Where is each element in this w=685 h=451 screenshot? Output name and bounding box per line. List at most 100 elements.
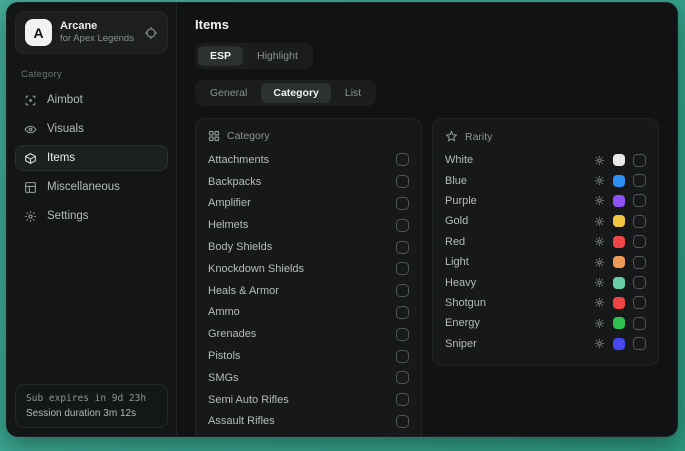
gear-icon[interactable] [594, 318, 605, 329]
category-checkbox[interactable] [396, 153, 409, 166]
color-swatch[interactable] [613, 338, 625, 350]
rarity-row: Blue [445, 170, 646, 190]
app-window: A Arcane for Apex Legends Category Aimbo… [6, 2, 678, 437]
rarity-panel: Rarity White Blue Purple Gold [432, 118, 659, 366]
rarity-label: Purple [445, 195, 477, 207]
tab-category[interactable]: Category [261, 83, 331, 103]
rarity-checkbox[interactable] [633, 154, 646, 167]
tab-esp[interactable]: ESP [198, 46, 243, 66]
color-swatch[interactable] [613, 317, 625, 329]
sidebar-item-label: Settings [47, 210, 89, 222]
rarity-label: Light [445, 256, 469, 268]
category-row: Attachments [208, 149, 409, 171]
gear-icon[interactable] [594, 297, 605, 308]
rarity-row: Gold [445, 211, 646, 231]
category-label: Semi Auto Rifles [208, 394, 289, 406]
category-checkbox[interactable] [396, 219, 409, 232]
category-label: Amplifier [208, 197, 251, 209]
category-checkbox[interactable] [396, 241, 409, 254]
view-tabs: General Category List [195, 80, 376, 106]
category-checkbox[interactable] [396, 371, 409, 384]
rarity-checkbox[interactable] [633, 215, 646, 228]
sidebar-item-label: Visuals [47, 123, 84, 135]
box-icon [24, 152, 37, 165]
category-row: Backpacks [208, 171, 409, 193]
tab-highlight[interactable]: Highlight [245, 46, 310, 66]
rarity-checkbox[interactable] [633, 317, 646, 330]
gear-icon[interactable] [594, 195, 605, 206]
category-checkbox[interactable] [396, 197, 409, 210]
sidebar-item-settings[interactable]: Settings [15, 203, 168, 229]
category-label: Attachments [208, 154, 269, 166]
color-swatch[interactable] [613, 236, 625, 248]
crosshair-icon [24, 94, 37, 107]
gear-icon[interactable] [594, 155, 605, 166]
page-title: Items [195, 17, 659, 32]
brand-card: A Arcane for Apex Legends [15, 11, 168, 54]
rarity-label: Energy [445, 317, 480, 329]
rarity-row: Heavy [445, 272, 646, 292]
crosshair-icon[interactable] [144, 26, 158, 40]
rarity-checkbox[interactable] [633, 337, 646, 350]
brand-subtitle: for Apex Legends [60, 33, 136, 45]
gear-icon[interactable] [594, 277, 605, 288]
category-row: Ammo [208, 302, 409, 324]
sidebar-item-label: Miscellaneous [47, 181, 120, 193]
layout-icon [24, 181, 37, 194]
category-checkbox[interactable] [396, 284, 409, 297]
category-row: Heals & Armor [208, 280, 409, 302]
rarity-label: Sniper [445, 338, 477, 350]
rarity-checkbox[interactable] [633, 174, 646, 187]
gear-icon[interactable] [594, 236, 605, 247]
gear-icon[interactable] [594, 338, 605, 349]
session-duration-text: Session duration 3m 12s [26, 408, 157, 419]
sidebar: A Arcane for Apex Legends Category Aimbo… [7, 3, 177, 436]
category-label: Assault Rifles [208, 415, 275, 427]
category-checkbox[interactable] [396, 262, 409, 275]
category-panel: Category Attachments Backpacks Amplifier… [195, 118, 422, 436]
color-swatch[interactable] [613, 256, 625, 268]
rarity-checkbox[interactable] [633, 276, 646, 289]
gear-icon[interactable] [594, 257, 605, 268]
color-swatch[interactable] [613, 154, 625, 166]
category-label: Knockdown Shields [208, 263, 304, 275]
sidebar-item-miscellaneous[interactable]: Miscellaneous [15, 174, 168, 200]
color-swatch[interactable] [613, 215, 625, 227]
brand-logo: A [25, 19, 52, 46]
category-checkbox[interactable] [396, 175, 409, 188]
category-checkbox[interactable] [396, 328, 409, 341]
category-row: Helmets [208, 214, 409, 236]
category-checkbox[interactable] [396, 393, 409, 406]
rarity-checkbox[interactable] [633, 296, 646, 309]
rarity-checkbox[interactable] [633, 256, 646, 269]
category-checkbox[interactable] [396, 350, 409, 363]
color-swatch[interactable] [613, 195, 625, 207]
tab-list[interactable]: List [333, 83, 373, 103]
eye-icon [24, 123, 37, 136]
rarity-row: Shotgun [445, 293, 646, 313]
rarity-checkbox[interactable] [633, 235, 646, 248]
main-content: Items ESP Highlight General Category Lis… [177, 3, 677, 436]
star-icon [445, 130, 458, 143]
gear-icon [24, 210, 37, 223]
category-label: Pistols [208, 350, 240, 362]
sidebar-item-label: Aimbot [47, 94, 83, 106]
color-swatch[interactable] [613, 297, 625, 309]
sidebar-item-aimbot[interactable]: Aimbot [15, 87, 168, 113]
category-label: Body Shields [208, 241, 272, 253]
category-row: Assault Rifles [208, 411, 409, 433]
gear-icon[interactable] [594, 216, 605, 227]
color-swatch[interactable] [613, 277, 625, 289]
rarity-checkbox[interactable] [633, 194, 646, 207]
rarity-label: Heavy [445, 277, 476, 289]
mode-tabs: ESP Highlight [195, 43, 313, 69]
category-checkbox[interactable] [396, 415, 409, 428]
sidebar-item-visuals[interactable]: Visuals [15, 116, 168, 142]
category-label: SMGs [208, 372, 239, 384]
tab-general[interactable]: General [198, 83, 259, 103]
sidebar-item-items[interactable]: Items [15, 145, 168, 171]
color-swatch[interactable] [613, 175, 625, 187]
category-label: Heals & Armor [208, 285, 279, 297]
category-checkbox[interactable] [396, 306, 409, 319]
gear-icon[interactable] [594, 175, 605, 186]
